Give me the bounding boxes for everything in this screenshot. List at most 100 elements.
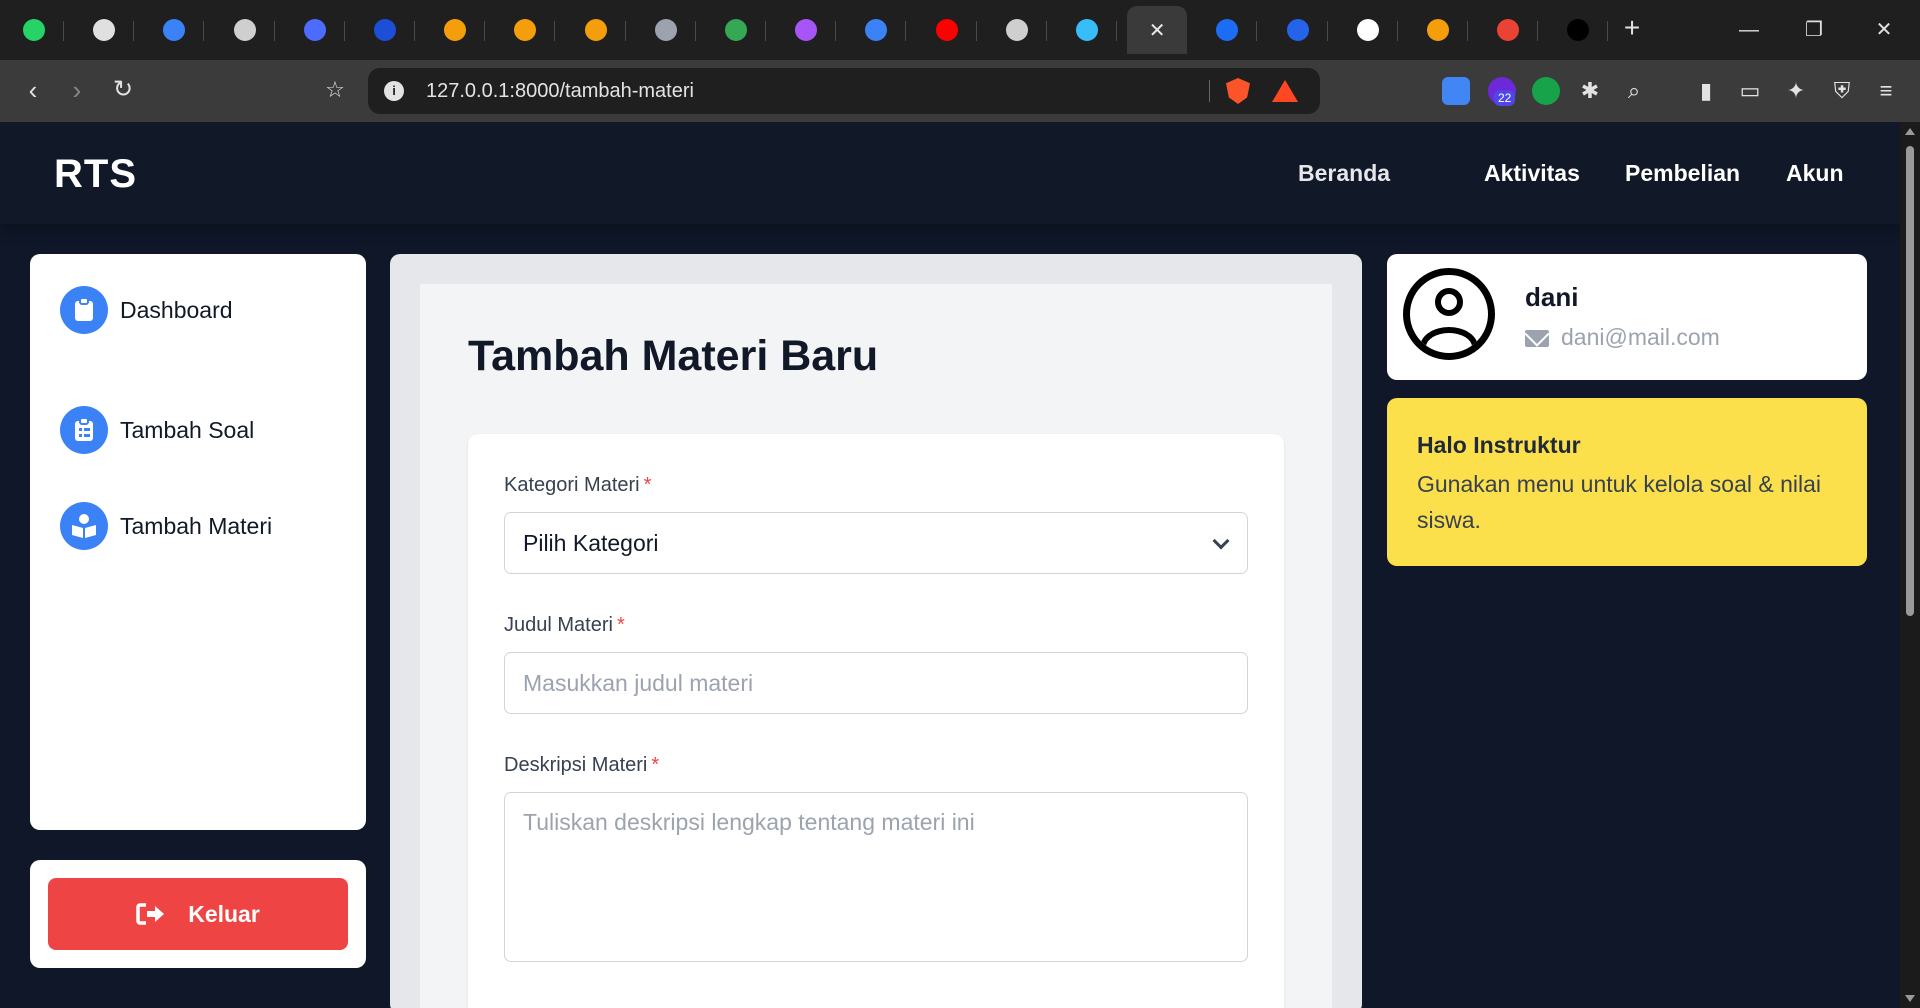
infinity-icon: [584, 19, 607, 41]
tab-separator: [1326, 21, 1328, 41]
browser-tab[interactable]: [144, 7, 205, 53]
nav-link-akun[interactable]: Akun: [1786, 160, 1844, 187]
main-panel: Tambah Materi Baru Kategori Materi * Pili…: [420, 284, 1332, 1008]
greeting-card: Halo Instruktur Gunakan menu untuk kelol…: [1387, 398, 1867, 566]
forward-icon[interactable]: ›: [60, 74, 94, 108]
browser-tab[interactable]: [495, 7, 556, 53]
bookmark-icon[interactable]: ☆: [318, 74, 352, 108]
back-icon[interactable]: ‹: [16, 74, 50, 108]
tab-separator: [1045, 21, 1047, 41]
brave-shield-icon[interactable]: [1226, 78, 1250, 104]
new-tab-button[interactable]: +: [1617, 14, 1647, 44]
restore-window-button[interactable]: ❐: [1796, 12, 1832, 48]
browser-tab[interactable]: [917, 7, 977, 53]
browser-toolbar: ‹ › ↻ ☆ i 127.0.0.1:8000/tambah-materi ✱…: [0, 60, 1920, 122]
scrollbar-thumb[interactable]: [1906, 146, 1914, 616]
user-avatar-icon: [1403, 268, 1495, 360]
url-text[interactable]: 127.0.0.1:8000/tambah-materi: [426, 80, 694, 103]
avatar-body: [1420, 327, 1478, 353]
browser-tab[interactable]: [215, 7, 275, 53]
category-label: Kategori Materi *: [504, 474, 651, 497]
browser-tab[interactable]: [1057, 7, 1117, 53]
vpn-shield-icon[interactable]: ⛨: [1828, 77, 1856, 105]
logout-button[interactable]: Keluar: [48, 878, 348, 950]
tab-separator: [414, 21, 415, 41]
infinity-icon: [444, 19, 467, 41]
scroll-down-icon[interactable]: [1905, 995, 1915, 1002]
browser-tab[interactable]: [1408, 7, 1468, 53]
close-icon[interactable]: ✕: [1149, 18, 1166, 43]
address-bar[interactable]: i 127.0.0.1:8000/tambah-materi: [368, 68, 1320, 114]
browser-tab[interactable]: [355, 7, 415, 53]
sidebar-toggle-icon[interactable]: ▮: [1692, 77, 1720, 105]
whatsapp-icon: [23, 19, 45, 41]
minimize-window-button[interactable]: —: [1731, 12, 1767, 48]
browser-tab[interactable]: [1478, 7, 1539, 53]
browser-tab[interactable]: [706, 7, 766, 53]
description-label-text: Deskripsi Materi: [504, 754, 648, 776]
browser-tab[interactable]: [1197, 7, 1258, 53]
envelope-icon: [1525, 330, 1549, 347]
globe-icon: [1005, 19, 1028, 41]
category-select[interactable]: Pilih Kategori: [504, 512, 1248, 574]
browser-tab[interactable]: [1268, 7, 1328, 53]
title-label: Judul Materi *: [504, 614, 625, 637]
clipboard-list-icon: [60, 406, 108, 454]
close-window-button[interactable]: ✕: [1866, 12, 1902, 48]
greeting-text: Gunakan menu untuk kelola soal & nilai s…: [1417, 471, 1822, 533]
sidebar-item-tambah-soal[interactable]: Tambah Soal: [60, 406, 254, 454]
title-input[interactable]: [504, 652, 1248, 714]
google-icon: [1497, 19, 1520, 41]
search-page-icon[interactable]: ⌕: [1620, 77, 1648, 105]
category-label-text: Kategori Materi: [504, 474, 640, 496]
infinity-icon: [514, 19, 537, 41]
browser-tab[interactable]: [425, 7, 486, 53]
nav-link-pembelian[interactable]: Pembelian: [1625, 160, 1740, 187]
translate-extension-icon[interactable]: [1442, 77, 1470, 105]
required-mark: *: [651, 754, 660, 776]
profile-card: dani dani@mail.com: [1387, 254, 1867, 380]
menu-icon[interactable]: ≡: [1872, 77, 1900, 105]
sidebar-item-label: Dashboard: [120, 296, 233, 323]
brand-logo[interactable]: RTS: [54, 152, 137, 197]
leo-ai-icon[interactable]: ✦: [1782, 77, 1810, 105]
site-info-icon[interactable]: i: [384, 81, 404, 101]
browser-tab[interactable]: [1338, 7, 1398, 53]
sidebar-item-dashboard[interactable]: Dashboard: [60, 286, 233, 334]
browser-tab[interactable]: [566, 7, 626, 53]
tab-separator: [694, 21, 696, 41]
extensions-puzzle-icon[interactable]: ✱: [1576, 77, 1604, 105]
reload-icon[interactable]: ↻: [106, 74, 140, 108]
tab-separator: [484, 21, 486, 41]
top-navbar: RTS Beranda Aktivitas Pembelian Akun: [0, 122, 1900, 224]
description-textarea[interactable]: [504, 792, 1248, 962]
nav-link-beranda[interactable]: Beranda: [1298, 160, 1390, 187]
graduation-cap-icon: [865, 19, 888, 41]
profile-name: dani: [1525, 282, 1579, 312]
nav-link-aktivitas[interactable]: Aktivitas: [1484, 160, 1580, 187]
brave-rewards-icon[interactable]: [1272, 80, 1298, 102]
browser-tab[interactable]: [776, 7, 837, 53]
wallet-icon[interactable]: ▭: [1736, 77, 1764, 105]
browser-tab[interactable]: [846, 7, 907, 53]
scroll-up-icon[interactable]: [1905, 128, 1915, 135]
clipboard-icon: [60, 286, 108, 334]
browser-tab[interactable]: [74, 7, 135, 53]
browser-tab[interactable]: ✕: [1127, 6, 1188, 54]
browser-tab-strip: ✕ + — ❐ ✕: [0, 0, 1920, 60]
tab-separator: [765, 21, 766, 41]
browser-tab[interactable]: [4, 7, 64, 53]
chat-bubble-icon: [795, 19, 818, 41]
logout-card: Keluar: [30, 860, 366, 968]
sidebar-item-tambah-materi[interactable]: Tambah Materi: [60, 502, 272, 550]
tab-separator: [1396, 21, 1398, 41]
color-extension-icon[interactable]: [1532, 77, 1560, 105]
browser-tab[interactable]: [987, 7, 1047, 53]
browser-tab[interactable]: [636, 7, 696, 53]
page-scrollbar[interactable]: [1900, 122, 1920, 1008]
sidebar: Dashboard Tambah Soal Tambah Materi: [30, 254, 366, 830]
browser-tab[interactable]: [285, 7, 345, 53]
browser-tab[interactable]: [1548, 7, 1609, 53]
tab-separator: [1607, 21, 1609, 41]
tab-separator: [63, 21, 64, 41]
